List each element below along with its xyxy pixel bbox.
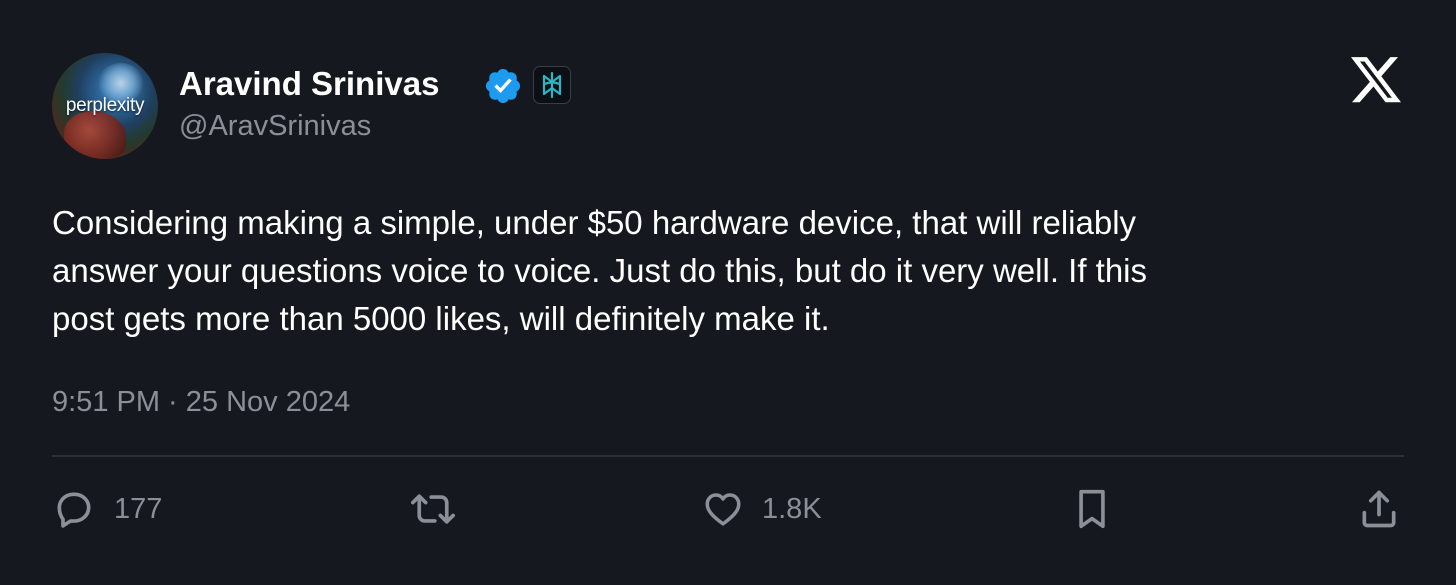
share-button[interactable] [1357, 486, 1401, 532]
avatar-brand-text: perplexity [65, 95, 145, 116]
bookmark-button[interactable] [1072, 486, 1112, 532]
share-icon [1362, 490, 1396, 528]
tweet-card: perplexity Aravind Srinivas @AravSriniva… [0, 0, 1456, 585]
retweet-button[interactable] [406, 486, 460, 532]
reply-count: 177 [114, 493, 163, 525]
verified-badge-icon[interactable] [483, 66, 523, 106]
tweet-text: Considering making a simple, under $50 h… [52, 199, 1392, 343]
bookmark-icon [1079, 489, 1105, 529]
perplexity-logo-icon [542, 71, 562, 99]
tweet-text-line: Considering making a simple, under $50 h… [52, 204, 1137, 241]
heart-icon [705, 493, 741, 526]
retweet-icon [411, 494, 455, 524]
divider [52, 455, 1404, 457]
tweet-timestamp[interactable]: 9:51 PM · 25 Nov 2024 [52, 384, 350, 420]
tweet-text-line: post gets more than 5000 likes, will def… [52, 300, 830, 337]
reply-button[interactable]: 177 [52, 486, 162, 532]
author-handle[interactable]: @AravSrinivas [179, 108, 371, 144]
affiliation-badge[interactable] [533, 66, 571, 104]
like-button[interactable]: 1.8K [702, 486, 822, 532]
like-count: 1.8K [762, 493, 822, 525]
avatar[interactable]: perplexity [52, 53, 158, 159]
tweet-text-line: answer your questions voice to voice. Ju… [52, 252, 1148, 289]
reply-icon [57, 492, 91, 528]
x-logo-icon[interactable] [1351, 57, 1401, 103]
author-name[interactable]: Aravind Srinivas [179, 64, 439, 104]
